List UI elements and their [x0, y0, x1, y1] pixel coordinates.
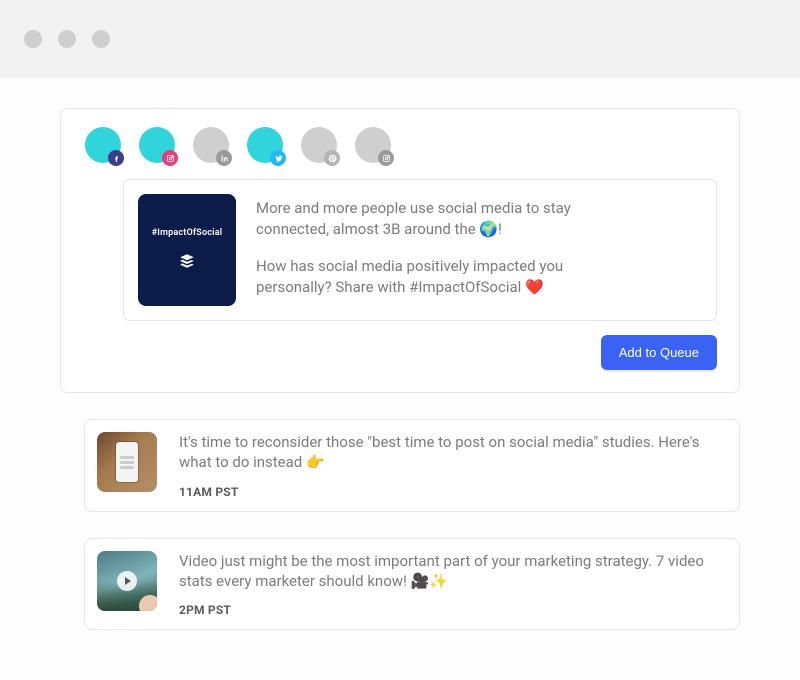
account-instagram[interactable]: [139, 127, 175, 163]
thumbnail-hashtag: #ImpactOfSocial: [152, 228, 223, 238]
window-control-dot[interactable]: [58, 30, 76, 48]
account-twitter[interactable]: [247, 127, 283, 163]
composer-attached-image[interactable]: #ImpactOfSocial: [138, 194, 236, 306]
instagram-icon: [162, 150, 178, 166]
composer-text[interactable]: More and more people use social media to…: [256, 194, 596, 306]
window-control-dot[interactable]: [92, 30, 110, 48]
composer-card: #ImpactOfSocial More and more people use…: [60, 108, 740, 393]
queue-item[interactable]: It's time to reconsider those "best time…: [84, 419, 740, 512]
queue-item-thumbnail: [97, 432, 157, 492]
instagram-icon: [378, 150, 394, 166]
play-icon: [117, 571, 137, 591]
queue-item-time: 11AM PST: [179, 485, 723, 499]
queue-item-time: 2PM PST: [179, 603, 723, 617]
queue-item-text: It's time to reconsider those "best time…: [179, 432, 723, 473]
window-control-dot[interactable]: [24, 30, 42, 48]
account-selector-row: [85, 127, 717, 163]
add-to-queue-button[interactable]: Add to Queue: [601, 335, 717, 370]
queue-item-text: Video just might be the most important p…: [179, 551, 723, 592]
linkedin-icon: [216, 150, 232, 166]
account-instagram-2[interactable]: [355, 127, 391, 163]
twitter-icon: [270, 150, 286, 166]
buffer-logo-icon: [178, 252, 196, 273]
queue-item-thumbnail: [97, 551, 157, 611]
composer-paragraph: More and more people use social media to…: [256, 198, 596, 240]
composer-body[interactable]: #ImpactOfSocial More and more people use…: [123, 179, 717, 321]
account-linkedin[interactable]: [193, 127, 229, 163]
account-facebook[interactable]: [85, 127, 121, 163]
window-titlebar: [0, 0, 800, 78]
composer-paragraph: How has social media positively impacted…: [256, 256, 596, 298]
facebook-icon: [108, 150, 124, 166]
pinterest-icon: [324, 150, 340, 166]
account-pinterest[interactable]: [301, 127, 337, 163]
queue-item[interactable]: Video just might be the most important p…: [84, 538, 740, 631]
